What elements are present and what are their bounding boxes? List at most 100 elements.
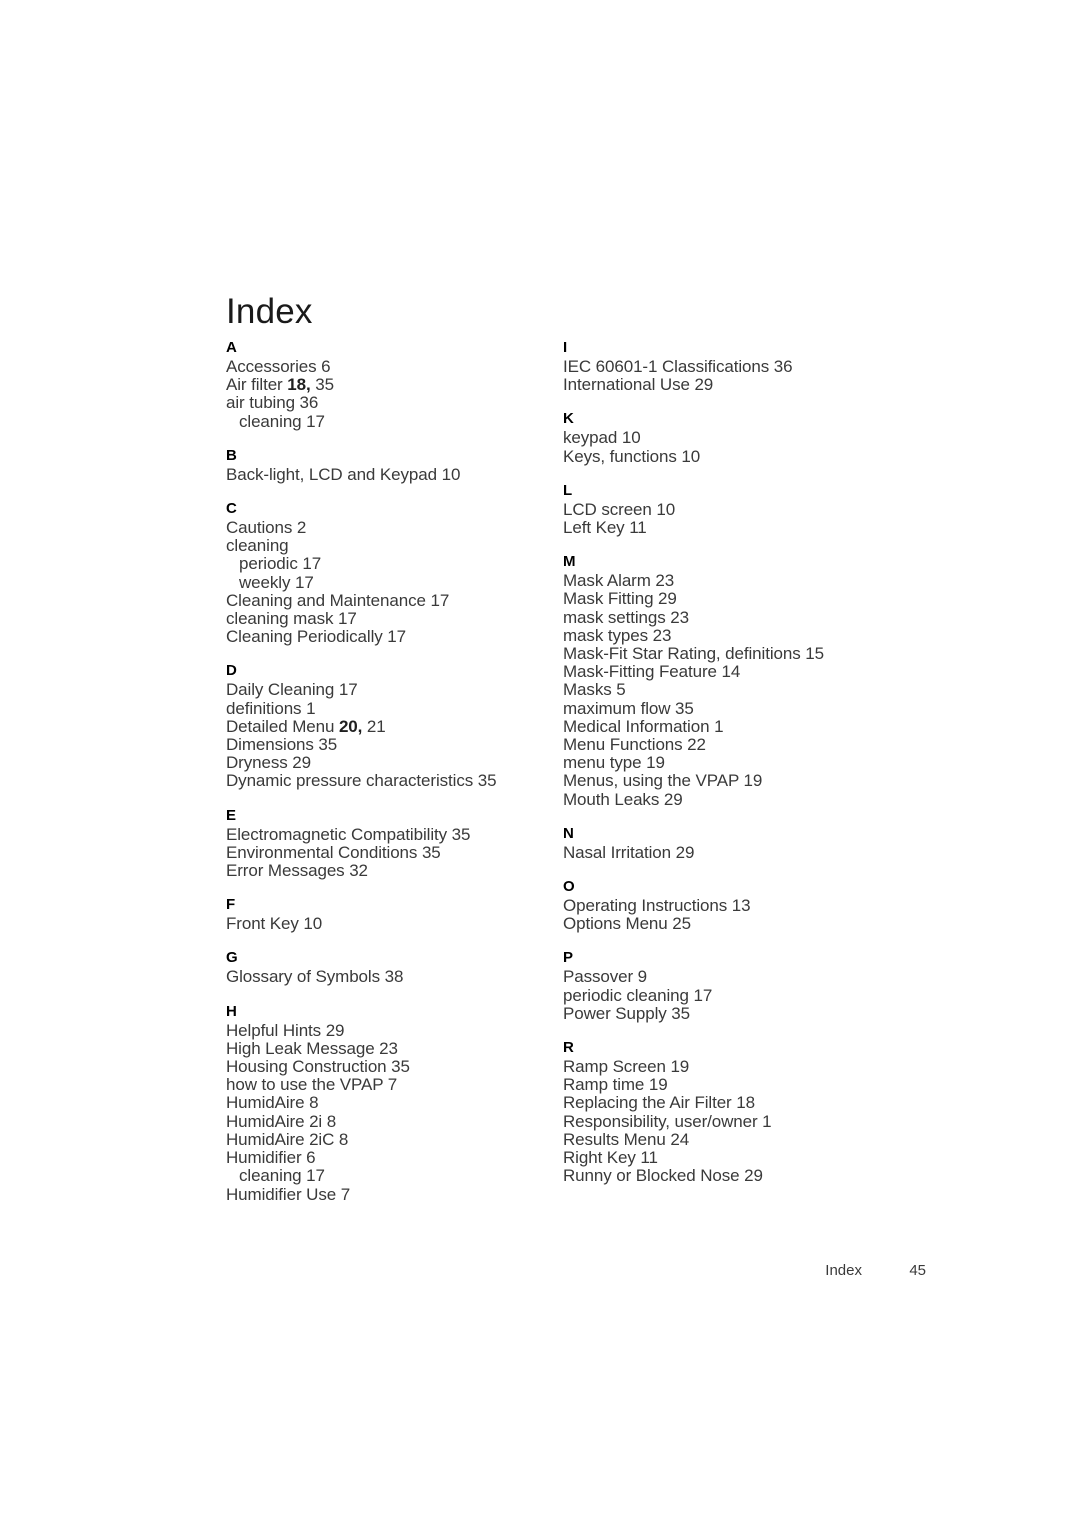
- index-entry[interactable]: Ramp Screen 19: [563, 1057, 963, 1076]
- letter-group-l: L LCD screen 10 Left Key 11: [563, 480, 963, 537]
- index-entry[interactable]: International Use 29: [563, 376, 963, 394]
- index-entry[interactable]: Helpful Hints 29: [226, 1021, 563, 1040]
- index-entry-text: Air filter: [226, 375, 288, 395]
- letter-heading: L: [563, 481, 573, 499]
- letter-heading: R: [563, 1039, 575, 1057]
- letter-group-m: M Mask Alarm 23 Mask Fitting 29 mask settin…: [563, 551, 963, 809]
- index-entry[interactable]: Mouth Leaks 29: [563, 790, 963, 809]
- index-entry[interactable]: Mask-Fitting Feature 14: [563, 663, 963, 681]
- index-entry[interactable]: mask settings 23: [563, 608, 963, 627]
- letter-heading: O: [563, 878, 575, 896]
- letter-heading: G: [226, 949, 238, 967]
- index-entry[interactable]: definitions 1: [226, 699, 563, 718]
- index-body: A Accessories 6 Air filter 18, 35 air tubin…: [226, 337, 926, 1204]
- index-entry[interactable]: maximum flow 35: [563, 699, 963, 718]
- index-entry[interactable]: Medical Information 1: [563, 717, 963, 736]
- index-entry[interactable]: HumidAire 8: [226, 1094, 563, 1112]
- index-entry[interactable]: Mask Fitting 29: [563, 590, 963, 608]
- index-subentry[interactable]: periodic 17: [226, 555, 563, 573]
- index-entry-page-list: 35: [310, 375, 334, 395]
- index-entry[interactable]: Masks 5: [563, 681, 963, 699]
- index-entry[interactable]: High Leak Message 23: [226, 1039, 563, 1058]
- index-entry[interactable]: HumidAire 2iC 8: [226, 1130, 563, 1149]
- index-entry[interactable]: Keys, functions 10: [563, 447, 963, 466]
- letter-group-k: Kkeypad 10 Keys, functions 10: [563, 408, 963, 465]
- index-entry[interactable]: Error Messages 32: [226, 861, 563, 880]
- letter-heading: B: [226, 446, 238, 464]
- index-entry[interactable]: Options Menu 25: [563, 915, 963, 933]
- index-entry[interactable]: Power Supply 35: [563, 1004, 963, 1023]
- index-entry[interactable]: Humidifier 6: [226, 1148, 563, 1167]
- page-title: Index: [226, 292, 313, 332]
- index-entry[interactable]: cleaning mask 17: [226, 609, 563, 628]
- letter-heading: M: [563, 553, 576, 571]
- index-entry[interactable]: Responsibility, user/owner 1: [563, 1112, 963, 1131]
- index-entry[interactable]: LCD screen 10: [563, 500, 963, 519]
- index-entry[interactable]: Dryness 29: [226, 754, 563, 772]
- index-subentry[interactable]: weekly 17: [226, 573, 563, 592]
- letter-group-h: H Helpful Hints 29 High Leak Message 23 Hou…: [226, 1001, 563, 1204]
- index-entry[interactable]: Results Menu 24: [563, 1130, 963, 1149]
- index-entry[interactable]: air tubing 36: [226, 394, 563, 412]
- letter-heading: F: [226, 896, 236, 914]
- index-entry[interactable]: keypad 10: [563, 429, 963, 447]
- letter-group-g: G Glossary of Symbols 38: [226, 947, 563, 986]
- footer-label: Index: [825, 1262, 862, 1279]
- index-entry[interactable]: Passover 9: [563, 968, 963, 986]
- index-entry[interactable]: cleaning: [226, 537, 563, 555]
- letter-group-d: D Daily Cleaning 17 definitions 1 Detailed …: [226, 660, 563, 790]
- index-entry[interactable]: menu type 19: [563, 754, 963, 772]
- letter-heading: P: [563, 949, 574, 967]
- index-entry[interactable]: mask types 23: [563, 626, 963, 645]
- index-entry-primary-page: 20,: [338, 716, 363, 736]
- index-entry[interactable]: Cleaning and Maintenance 17: [226, 591, 563, 610]
- index-entry[interactable]: Mask-Fit Star Rating, definitions 15: [563, 644, 963, 663]
- letter-group-e: E Electromagnetic Compatibility 35 Environ…: [226, 805, 563, 881]
- index-entry[interactable]: Housing Construction 35: [226, 1057, 563, 1076]
- index-entry-primary-page: 18,: [287, 375, 311, 395]
- letter-group-p: P Passover 9 periodic cleaning 17 Power Sup…: [563, 947, 963, 1023]
- letter-group-r: R Ramp Screen 19 Ramp time 19 Replacing the…: [563, 1037, 963, 1185]
- index-subentry[interactable]: cleaning 17: [226, 1167, 563, 1185]
- index-entry[interactable]: Left Key 11: [563, 518, 963, 537]
- index-entry[interactable]: Accessories 6: [226, 357, 563, 376]
- index-entry[interactable]: Nasal Irritation 29: [563, 843, 963, 862]
- index-entry[interactable]: Detailed Menu 20, 21: [226, 716, 563, 736]
- letter-heading: I: [563, 339, 568, 356]
- index-entry[interactable]: how to use the VPAP 7: [226, 1076, 563, 1094]
- index-entry[interactable]: Cautions 2: [226, 518, 563, 537]
- letter-group-f: F Front Key 10: [226, 894, 563, 933]
- letter-group-n: N Nasal Irritation 29: [563, 823, 963, 862]
- index-entry[interactable]: Mask Alarm 23: [563, 572, 963, 590]
- index-entry[interactable]: Dynamic pressure characteristics 35: [226, 772, 563, 790]
- index-entry[interactable]: Ramp time 19: [563, 1076, 963, 1094]
- index-entry[interactable]: HumidAire 2i 8: [226, 1112, 563, 1131]
- index-entry[interactable]: Environmental Conditions 35: [226, 843, 563, 862]
- index-subentry[interactable]: cleaning 17: [226, 412, 563, 431]
- index-entry[interactable]: Electromagnetic Compatibility 35: [226, 825, 563, 844]
- index-entry[interactable]: Back-light, LCD and Keypad 10: [226, 465, 563, 484]
- index-entry[interactable]: Right Key 11: [563, 1148, 963, 1167]
- index-entry[interactable]: Air filter 18, 35: [226, 376, 563, 394]
- index-entry[interactable]: Menu Functions 22: [563, 735, 963, 754]
- index-entry[interactable]: Front Key 10: [226, 915, 563, 933]
- index-entry[interactable]: Dimensions 35: [226, 735, 563, 754]
- index-entry[interactable]: Glossary of Symbols 38: [226, 968, 563, 986]
- index-entry[interactable]: Operating Instructions 13: [563, 896, 963, 915]
- index-entry[interactable]: IEC 60601-1 Classifications 36: [563, 357, 963, 376]
- index-entry[interactable]: periodic cleaning 17: [563, 986, 963, 1005]
- index-entry-text: Detailed Menu: [226, 716, 339, 736]
- index-entry[interactable]: Runny or Blocked Nose 29: [563, 1167, 963, 1185]
- letter-group-i: I IEC 60601-1 Classifications 36 Internati…: [563, 337, 963, 394]
- index-entry[interactable]: Daily Cleaning 17: [226, 681, 563, 699]
- letter-group-o: O Operating Instructions 13 Options Menu 2…: [563, 876, 963, 933]
- index-column-right: I IEC 60601-1 Classifications 36 Internati…: [563, 337, 963, 1186]
- letter-heading: K: [563, 410, 575, 428]
- letter-heading: H: [226, 1002, 238, 1020]
- index-entry[interactable]: Humidifier Use 7: [226, 1185, 563, 1204]
- letter-heading: N: [563, 824, 575, 842]
- letter-heading: E: [226, 806, 237, 824]
- index-entry[interactable]: Cleaning Periodically 17: [226, 628, 563, 646]
- index-entry[interactable]: Replacing the Air Filter 18: [563, 1094, 963, 1112]
- index-entry[interactable]: Menus, using the VPAP 19: [563, 772, 963, 790]
